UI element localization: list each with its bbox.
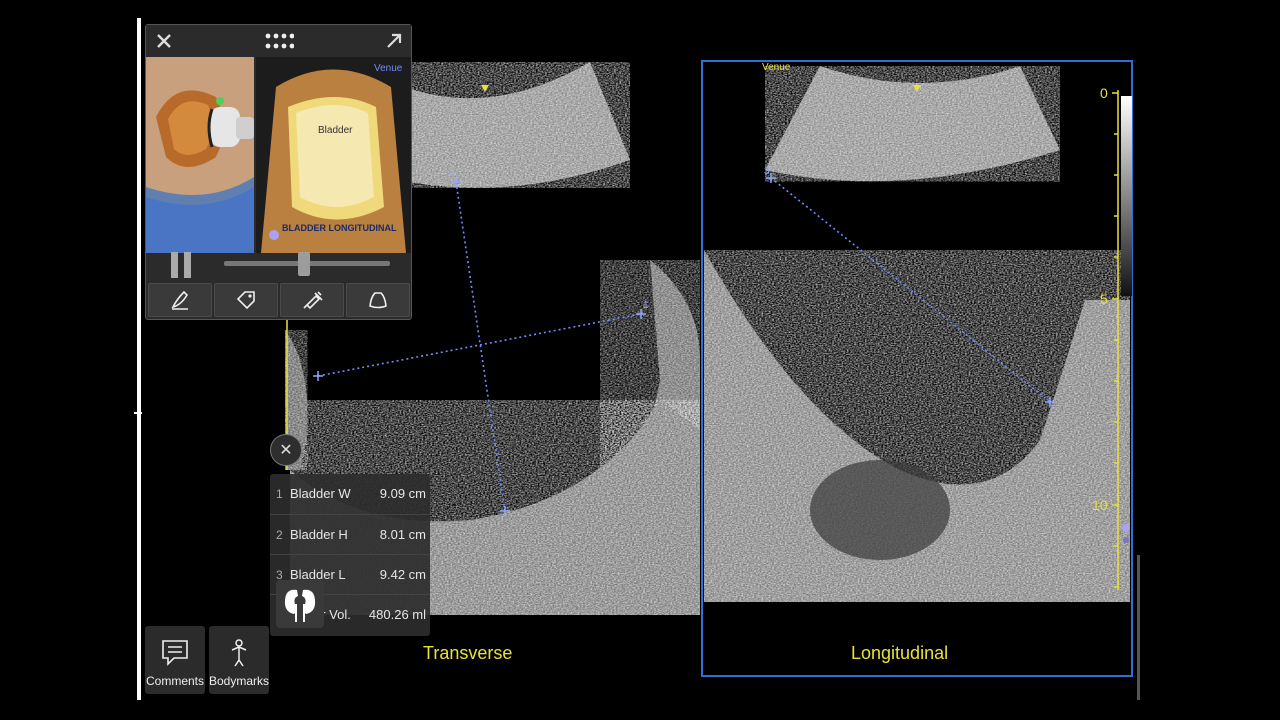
depth-label-5: 5 (1100, 291, 1108, 307)
comment-icon (162, 640, 188, 666)
depth-indicator-dot (1122, 524, 1130, 532)
playback-slider[interactable] (224, 252, 390, 276)
longitudinal-image (704, 66, 1130, 602)
right-scrollbar[interactable] (1137, 555, 1140, 700)
kidney-icon[interactable] (276, 580, 324, 628)
longitudinal-caliper (770, 177, 1051, 403)
thumb-venue: Venue (374, 63, 403, 74)
thumb-bladder-label: Bladder (318, 125, 353, 136)
screen-edge-tick (134, 412, 142, 414)
ultrasound-viewer: 1 2 3 0 5 10 Venue Transverse Longitudin… (0, 0, 1280, 720)
caliper-mark-3: 3 (764, 166, 770, 177)
caliper-endpoints-right[interactable] (766, 173, 1055, 407)
guidance-overlay-panel: Venue Bladder BLADDER LONGITUDINAL (145, 24, 412, 320)
longitudinal-label: Longitudinal (851, 643, 949, 663)
measurement-row[interactable]: 2 Bladder H 8.01 cm (270, 514, 430, 555)
comments-button[interactable]: Comments (145, 626, 205, 694)
panel-toolbar (146, 25, 411, 57)
drag-handle-icon[interactable] (262, 30, 296, 52)
playback-position-dot (269, 230, 279, 240)
caliper-mark-2: 2 (448, 170, 454, 181)
grayscale-bar (1121, 96, 1132, 296)
depth-indicator-dot-2 (1123, 537, 1129, 543)
probe-icon (369, 292, 387, 309)
needle-tool-button[interactable] (280, 283, 344, 317)
probe-tool-button[interactable] (346, 283, 410, 317)
pause-icon[interactable] (168, 249, 194, 279)
bodymarks-button[interactable]: Bodymarks (209, 626, 269, 694)
expand-icon[interactable] (382, 29, 406, 53)
transverse-label: Transverse (423, 643, 513, 663)
close-icon[interactable] (152, 29, 176, 53)
screen-edge (137, 18, 141, 700)
reference-scan-thumbnail: Venue Bladder BLADDER LONGITUDINAL (256, 57, 411, 253)
left-focus-marker (481, 85, 489, 92)
caliper-mark-1: 1 (643, 300, 649, 311)
depth-label-10: 10 (1092, 497, 1108, 513)
pen-icon (171, 290, 189, 310)
thumb-caption: BLADDER LONGITUDINAL (282, 223, 397, 233)
venue-watermark: Venue (762, 62, 791, 73)
syringe-icon (303, 291, 323, 310)
depth-label-0: 0 (1100, 85, 1108, 101)
anatomy-illustration (146, 57, 254, 253)
annotate-tool-button[interactable] (148, 283, 212, 317)
measurement-close-icon[interactable]: ✕ (270, 434, 302, 466)
playback-slider-knob[interactable] (297, 252, 310, 276)
measurement-row[interactable]: 1 Bladder W 9.09 cm (270, 474, 430, 514)
body-figure-icon (231, 639, 247, 667)
tag-icon (236, 291, 255, 310)
label-tool-button[interactable] (214, 283, 278, 317)
